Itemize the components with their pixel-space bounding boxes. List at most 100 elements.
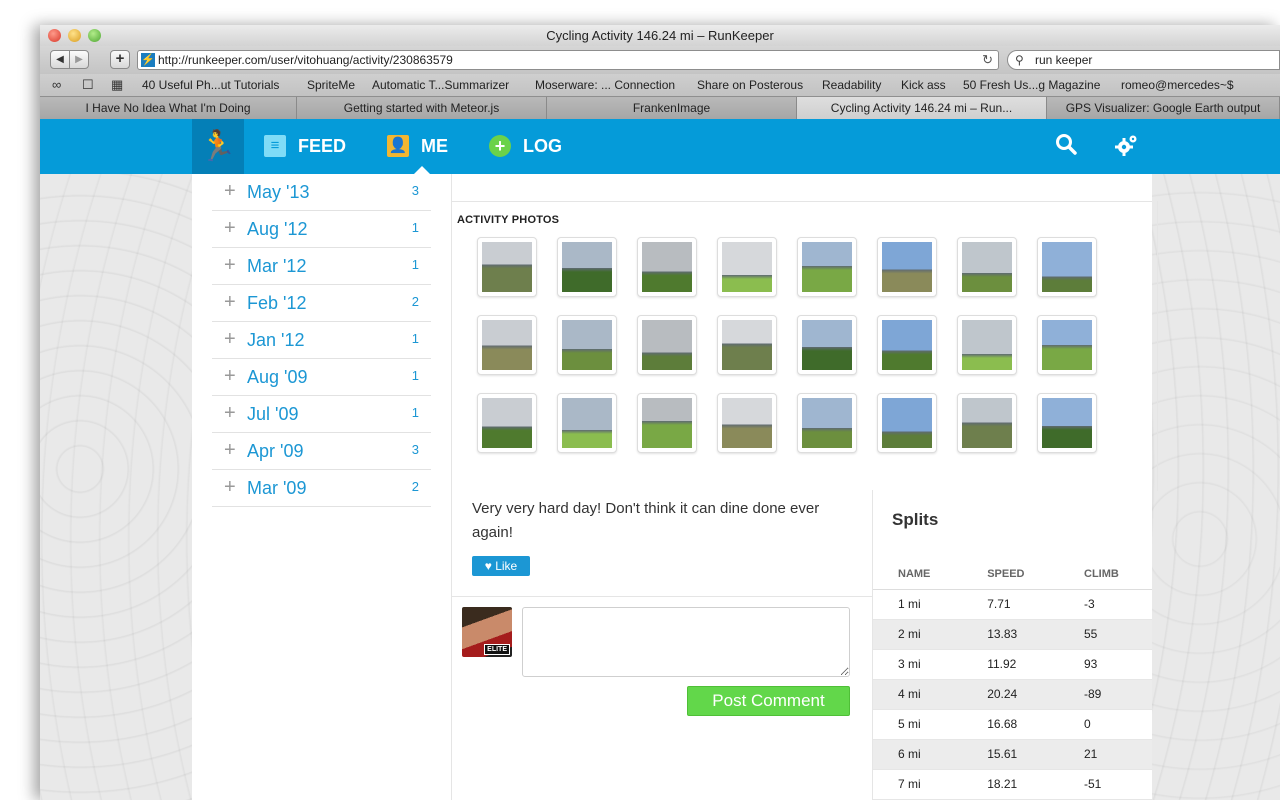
activity-photo-thumbnail[interactable] — [797, 237, 857, 297]
month-label[interactable]: May '13 — [247, 182, 309, 203]
activity-photo-thumbnail[interactable] — [637, 315, 697, 375]
expand-plus-icon[interactable]: + — [224, 476, 236, 499]
activity-photo-thumbnail[interactable] — [717, 315, 777, 375]
month-activity-count: 1 — [411, 220, 419, 235]
bookmark-item[interactable]: Readability — [822, 74, 881, 96]
activity-photo-thumbnail[interactable] — [877, 237, 937, 297]
nav-feed-label: FEED — [298, 136, 347, 156]
month-row[interactable]: + Jan '12 1 — [212, 322, 431, 359]
activity-photo-thumbnail[interactable] — [1037, 315, 1097, 375]
close-window-button[interactable] — [48, 29, 61, 42]
feed-icon: ≡ — [264, 134, 286, 157]
search-icon[interactable] — [1055, 133, 1077, 161]
search-input[interactable]: ⚲ run keeper — [1007, 50, 1280, 70]
settings-gear-icon[interactable] — [1114, 132, 1140, 165]
comment-textarea[interactable] — [522, 607, 850, 677]
month-row[interactable]: + Aug '09 1 — [212, 359, 431, 396]
activity-photo-thumbnail[interactable] — [957, 237, 1017, 297]
month-row[interactable]: + Aug '12 1 — [212, 211, 431, 248]
nav-feed[interactable]: ≡ FEED — [264, 119, 346, 174]
activity-photo-thumbnail[interactable] — [557, 393, 617, 453]
table-row: 2 mi 13.83 55 — [873, 619, 1152, 650]
activity-photo-thumbnail[interactable] — [797, 393, 857, 453]
month-label[interactable]: Aug '09 — [247, 367, 308, 388]
activity-photo-thumbnail[interactable] — [957, 315, 1017, 375]
back-button[interactable]: ◀ — [50, 50, 70, 69]
activity-photo-thumbnail[interactable] — [717, 393, 777, 453]
bookmark-item[interactable]: Moserware: ... Connection — [535, 74, 675, 96]
bookmark-item[interactable]: 40 Useful Ph...ut Tutorials — [142, 74, 279, 96]
month-row[interactable]: + Jul '09 1 — [212, 396, 431, 433]
expand-plus-icon[interactable]: + — [224, 254, 236, 277]
photo-image — [722, 242, 772, 292]
bookmark-item[interactable]: Share on Posterous — [697, 74, 803, 96]
bookmark-item[interactable]: Automatic T...Summarizer — [372, 74, 509, 96]
bookmarks-book-icon[interactable]: ☐ — [82, 74, 94, 96]
month-row[interactable]: + Mar '09 2 — [212, 470, 431, 507]
bookmark-item[interactable]: romeo@mercedes~$ — [1121, 74, 1234, 96]
reading-list-icon[interactable]: ∞ — [52, 74, 61, 96]
month-activity-count: 2 — [411, 479, 419, 494]
runkeeper-logo-icon[interactable]: 🏃 — [192, 119, 244, 174]
activity-photo-thumbnail[interactable] — [477, 237, 537, 297]
avatar[interactable]: ELITE — [462, 607, 512, 657]
month-label[interactable]: Feb '12 — [247, 293, 306, 314]
nav-log[interactable]: + LOG — [489, 119, 562, 174]
activity-photo-thumbnail[interactable] — [557, 315, 617, 375]
window-title: Cycling Activity 146.24 mi – RunKeeper — [546, 28, 774, 43]
splits-table: NAME SPEED CLIMB 1 mi 7.71 -3 2 mi 13.83 55 3 … — [873, 559, 1152, 800]
month-row[interactable]: + Apr '09 3 — [212, 433, 431, 470]
expand-plus-icon[interactable]: + — [224, 180, 236, 203]
month-label[interactable]: Mar '12 — [247, 256, 306, 277]
add-bookmark-button[interactable]: + — [110, 50, 130, 69]
activity-photo-thumbnail[interactable] — [637, 237, 697, 297]
month-label[interactable]: Apr '09 — [247, 441, 303, 462]
minimize-window-button[interactable] — [68, 29, 81, 42]
col-header-climb: CLIMB — [1059, 559, 1152, 590]
month-label[interactable]: Aug '12 — [247, 219, 308, 240]
browser-tab[interactable]: FrankenImage — [547, 97, 797, 119]
bookmark-item[interactable]: Kick ass — [901, 74, 946, 96]
photo-image — [1042, 320, 1092, 370]
month-label[interactable]: Jan '12 — [247, 330, 304, 351]
runkeeper-favicon-icon: ⚡ — [141, 53, 155, 67]
forward-button[interactable]: ▶ — [69, 50, 89, 69]
activity-photo-thumbnail[interactable] — [477, 393, 537, 453]
month-label[interactable]: Jul '09 — [247, 404, 298, 425]
activity-photo-thumbnail[interactable] — [797, 315, 857, 375]
month-activity-count: 1 — [411, 368, 419, 383]
expand-plus-icon[interactable]: + — [224, 439, 236, 462]
month-row[interactable]: + Mar '12 1 — [212, 248, 431, 285]
address-text: http://runkeeper.com/user/vitohuang/acti… — [158, 53, 453, 67]
zoom-window-button[interactable] — [88, 29, 101, 42]
bookmark-item[interactable]: SpriteMe — [307, 74, 355, 96]
activity-photo-thumbnail[interactable] — [557, 237, 617, 297]
month-row[interactable]: + May '13 3 — [212, 174, 431, 211]
top-sites-grid-icon[interactable]: ▦ — [111, 74, 123, 96]
expand-plus-icon[interactable]: + — [224, 402, 236, 425]
expand-plus-icon[interactable]: + — [224, 328, 236, 351]
browser-tab-active[interactable]: Cycling Activity 146.24 mi – Run... — [797, 97, 1047, 119]
activity-photo-thumbnail[interactable] — [877, 315, 937, 375]
browser-tab[interactable]: I Have No Idea What I'm Doing — [40, 97, 297, 119]
activity-photo-thumbnail[interactable] — [877, 393, 937, 453]
month-row[interactable]: + Feb '12 2 — [212, 285, 431, 322]
activity-photo-thumbnail[interactable] — [1037, 393, 1097, 453]
activity-photo-thumbnail[interactable] — [957, 393, 1017, 453]
like-button[interactable]: ♥ Like — [472, 556, 530, 576]
activity-photo-thumbnail[interactable] — [717, 237, 777, 297]
browser-tab[interactable]: Getting started with Meteor.js — [297, 97, 547, 119]
address-bar[interactable]: ⚡ http://runkeeper.com/user/vitohuang/ac… — [137, 50, 999, 70]
activity-photo-thumbnail[interactable] — [637, 393, 697, 453]
browser-tab[interactable]: GPS Visualizer: Google Earth output — [1047, 97, 1280, 119]
expand-plus-icon[interactable]: + — [224, 365, 236, 388]
expand-plus-icon[interactable]: + — [224, 291, 236, 314]
photo-image — [722, 398, 772, 448]
month-label[interactable]: Mar '09 — [247, 478, 306, 499]
post-comment-button[interactable]: Post Comment — [687, 686, 850, 716]
activity-photo-thumbnail[interactable] — [477, 315, 537, 375]
reload-icon[interactable]: ↻ — [982, 51, 993, 69]
expand-plus-icon[interactable]: + — [224, 217, 236, 240]
activity-photo-thumbnail[interactable] — [1037, 237, 1097, 297]
bookmark-item[interactable]: 50 Fresh Us...g Magazine — [963, 74, 1100, 96]
